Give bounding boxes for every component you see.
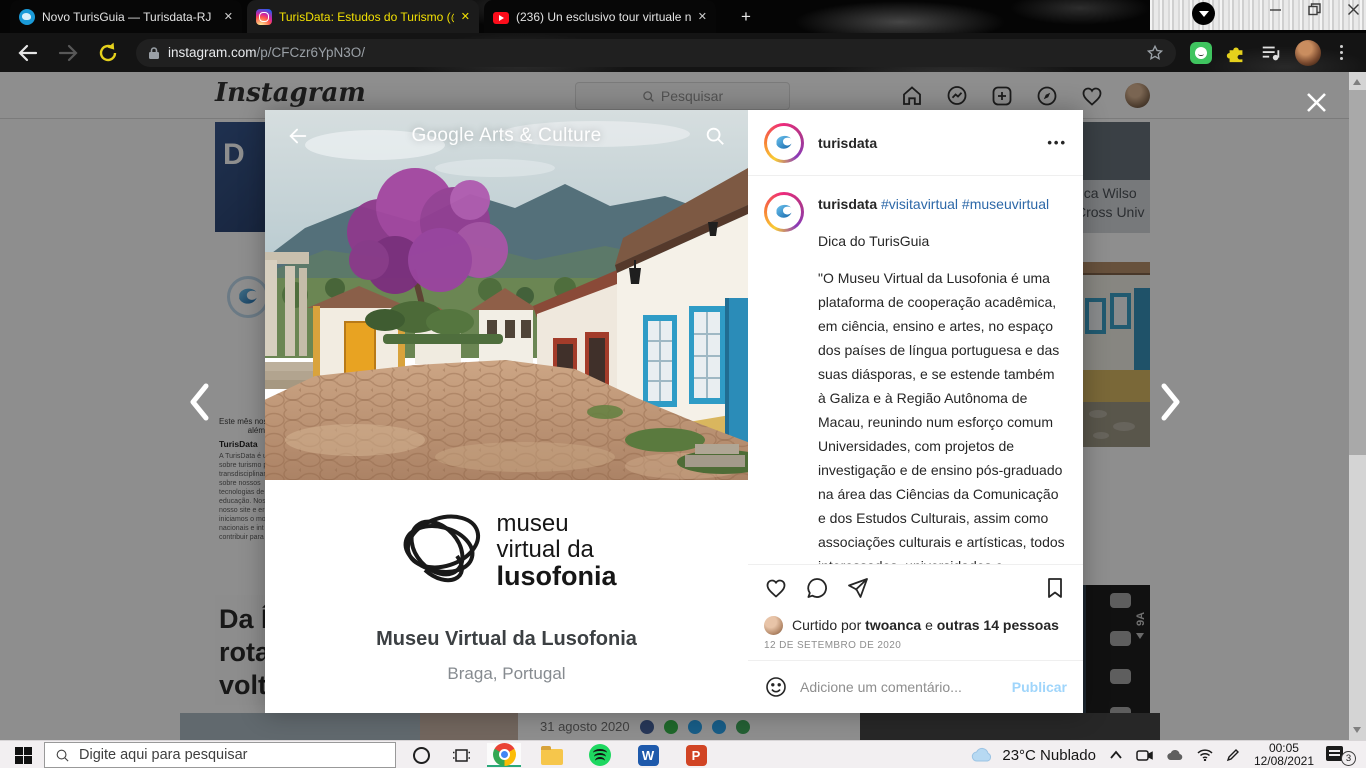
extensions-puzzle-icon[interactable] [1225,42,1247,64]
search-icon [55,748,70,763]
browser-tab-turisguia[interactable]: Novo TurisGuia — Turisdata-RJ ✕ [10,0,242,33]
address-bar[interactable]: instagram.com/p/CFCzr6YpN3O/ [136,39,1176,67]
screen: Novo TurisGuia — Turisdata-RJ ✕ TurisDat… [0,0,1366,768]
add-comment-row: Publicar [748,660,1083,713]
youtube-favicon [493,12,509,24]
hidden-icons-chevron[interactable] [1109,750,1123,760]
browser-tab-instagram-active[interactable]: TurisData: Estudos do Turismo (@ ✕ [247,0,479,33]
weather-temperature[interactable]: 23°C [1002,747,1036,764]
notification-center-icon[interactable]: 3 [1326,744,1356,766]
app-bar-title: Google Arts & Culture [265,125,748,147]
post-media[interactable]: Google Arts & Culture [265,110,748,713]
likes-row[interactable]: Curtido por twoanca e outras 14 pessoas [748,610,1083,640]
reload-button[interactable] [96,41,120,65]
comment-input[interactable] [800,679,1000,695]
taskbar-word-icon[interactable]: W [631,743,665,767]
chrome-menu-icon[interactable] [1338,43,1345,62]
caption-hashtags[interactable]: #visitavirtual #museuvirtual [881,196,1049,212]
media-list-icon[interactable] [1260,42,1282,64]
new-tab-button[interactable]: + [736,7,756,27]
previous-post-arrow[interactable] [184,380,214,424]
browser-tab-strip: Novo TurisGuia — Turisdata-RJ ✕ TurisDat… [0,0,1366,33]
browser-tab-youtube[interactable]: (236) Un esclusivo tour virtuale n ✕ [484,0,716,33]
caption-intro: Dica do TurisGuia [818,229,1065,253]
publish-button[interactable]: Publicar [1012,679,1067,695]
museum-info-panel: museu virtual da lusofonia Museu Virtual… [265,480,748,713]
museu-lusofonia-logo-text: museu virtual da lusofonia [497,511,617,589]
task-view-button[interactable] [444,743,478,767]
back-button[interactable] [16,41,40,65]
tab-title: TurisData: Estudos do Turismo (@ [279,10,454,24]
emoji-icon[interactable] [764,675,788,699]
google-arts-culture-bar: Google Arts & Culture [265,110,748,162]
onedrive-cloud-icon[interactable] [1166,749,1184,761]
tab-title: (236) Un esclusivo tour virtuale n [516,10,691,24]
turisguia-favicon [19,9,35,25]
post-author-username[interactable]: turisdata [818,135,877,151]
window-frame [1150,0,1366,30]
weather-cloud-icon[interactable] [971,747,995,763]
scrollbar-thumb[interactable] [1349,90,1366,455]
share-icon[interactable] [846,576,870,600]
taskbar-search-box[interactable] [44,742,396,768]
media-controls-button[interactable] [1192,2,1215,25]
taskbar-spotify-icon[interactable] [583,743,617,767]
next-post-arrow[interactable] [1156,380,1186,424]
close-modal-button[interactable] [1303,89,1330,116]
clock[interactable]: 00:05 12/08/2021 [1254,742,1314,768]
meet-now-icon[interactable] [1136,749,1153,762]
post-detail-panel: turisdata ••• turisdata #visitavirtual #… [748,110,1083,713]
wifi-icon[interactable] [1197,749,1213,761]
post-timestamp: 12 DE SETEMBRO DE 2020 [748,640,1083,660]
forward-button[interactable] [56,41,80,65]
post-photo-tiradentes-street [265,110,748,480]
museum-location: Braga, Portugal [265,664,748,684]
pen-icon[interactable] [1226,748,1240,762]
search-icon[interactable] [704,125,726,147]
taskbar-powerpoint-icon[interactable]: P [679,743,713,767]
tab-close-icon[interactable]: ✕ [224,10,233,23]
bookmark-star-icon[interactable] [1146,44,1164,62]
taskbar-explorer-icon[interactable] [535,743,569,767]
liker-avatar[interactable] [764,616,783,635]
tab-title: Novo TurisGuia — Turisdata-RJ [42,10,217,24]
start-button[interactable] [8,744,38,766]
bitmoji-extension-icon[interactable] [1190,42,1212,64]
caption-body: "O Museu Virtual da Lusofonia é uma plat… [818,266,1065,564]
save-bookmark-icon[interactable] [1043,576,1067,600]
scroll-down-arrow[interactable] [1353,727,1361,733]
museum-title: Museu Virtual da Lusofonia [265,628,748,651]
notification-badge: 3 [1341,751,1356,766]
caption-author-avatar[interactable] [764,192,804,232]
liker-username: twoanca [865,617,921,633]
caption-username[interactable]: turisdata [818,196,877,212]
tab-close-icon[interactable]: ✕ [461,10,470,23]
weather-condition[interactable]: Nublado [1040,747,1096,764]
restore-icon[interactable] [1308,3,1321,16]
instagram-post-modal: Google Arts & Culture [265,110,1083,713]
minimize-icon[interactable] [1269,3,1282,16]
museu-lusofonia-logo-icon [397,504,489,597]
url-text: instagram.com/p/CFCzr6YpN3O/ [168,45,365,60]
cortana-button[interactable] [404,743,438,767]
scroll-up-arrow[interactable] [1353,79,1361,85]
post-author-avatar[interactable] [764,123,804,163]
more-options-icon[interactable]: ••• [1047,135,1067,150]
page-scrollbar[interactable] [1349,72,1366,740]
instagram-page: Instagram Pesquisar D Este mês nosso [0,72,1366,740]
instagram-favicon [256,9,272,25]
windows-taskbar: W P 23°C Nublado 00:05 12/08/2021 3 [0,740,1366,768]
tab-close-icon[interactable]: ✕ [698,10,707,23]
chrome-profile-avatar[interactable] [1295,40,1321,66]
like-heart-icon[interactable] [764,576,788,600]
post-caption-area[interactable]: turisdata #visitavirtual #museuvirtual D… [748,176,1083,564]
other-likers: outras 14 pessoas [937,617,1059,633]
comment-icon[interactable] [805,576,829,600]
taskbar-chrome-icon[interactable] [487,743,521,767]
lock-icon [148,46,160,60]
close-window-icon[interactable] [1347,3,1360,16]
taskbar-search-input[interactable] [79,747,385,763]
browser-toolbar: instagram.com/p/CFCzr6YpN3O/ [0,33,1366,72]
